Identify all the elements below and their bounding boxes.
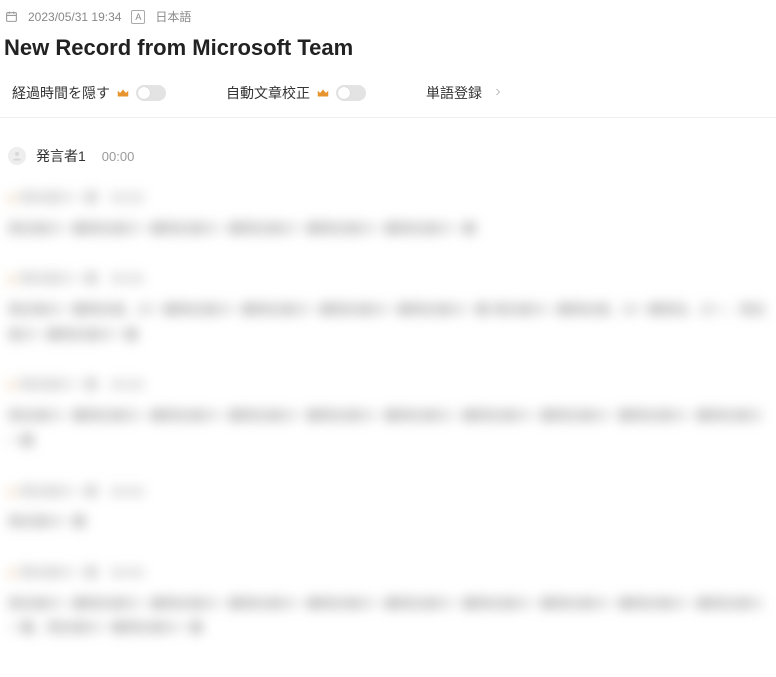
word-register-setting[interactable]: 単語登録 <box>426 83 504 103</box>
blurred-head: 発言者の一番 00:00 <box>20 377 144 392</box>
crown-icon <box>316 86 330 100</box>
blurred-block: ●発言者の一番 00:00 発言者の一番発言者、の一番発言者の一番発言者の一番発… <box>8 267 768 347</box>
settings-row: 経過時間を隠す 自動文章校正 単語登録 <box>0 75 776 118</box>
hide-elapsed-setting: 経過時間を隠す <box>12 83 166 103</box>
blurred-body: 発言者の一番発言者の一番発言者の一番発言者の一番発言者の一番発言者の一番 <box>8 217 768 242</box>
language-badge-icon: A <box>131 10 145 24</box>
page-title: New Record from Microsoft Team <box>0 29 776 75</box>
chevron-right-icon <box>492 85 504 101</box>
blurred-head: 発言者の一番 00:00 <box>20 484 144 499</box>
blurred-transcript: ●発言者の一番 00:00 発言者の一番発言者の一番発言者の一番発言者の一番発言… <box>0 176 776 677</box>
speaker-name: 発言者1 <box>36 146 86 166</box>
hide-elapsed-label: 経過時間を隠す <box>12 83 110 103</box>
blurred-block: ●発言者の一番 00:00 発言者の一番発言者の一番発言者の一番発言者の一番発言… <box>8 186 768 241</box>
crown-icon <box>116 86 130 100</box>
speaker-row: 発言者1 00:00 <box>0 118 776 176</box>
auto-proofread-label: 自動文章校正 <box>226 83 310 103</box>
language-label: 日本語 <box>155 8 191 25</box>
blurred-block: ●発言者の一番 00:00 発言者の一番発言者の一番発言者の一番発言者の一番発言… <box>8 561 768 641</box>
blurred-head: 発言者の一番 00:00 <box>20 190 144 205</box>
auto-proofread-toggle[interactable] <box>336 85 366 101</box>
blurred-block: ●発言者の一番 00:00 発言者の一番 <box>8 480 768 535</box>
timestamp: 00:00 <box>102 149 135 164</box>
blurred-body: 発言者の一番発言者の一番発言者の一番発言者の一番発言者の一番発言者の一番発言者の… <box>8 404 768 453</box>
blurred-head: 発言者の一番 00:00 <box>20 271 144 286</box>
avatar <box>8 147 26 165</box>
datetime-text: 2023/05/31 19:34 <box>28 10 121 24</box>
blurred-body: 発言者の一番発言者、の一番発言者の一番発言者の一番発言者の一番発言者の一番 発言… <box>8 298 768 347</box>
auto-proofread-setting: 自動文章校正 <box>226 83 366 103</box>
blurred-block: ●発言者の一番 00:00 発言者の一番発言者の一番発言者の一番発言者の一番発言… <box>8 373 768 453</box>
meta-row: 2023/05/31 19:34 A 日本語 <box>0 0 776 29</box>
word-register-label: 単語登録 <box>426 83 482 103</box>
blurred-body: 発言者の一番発言者の一番発言者の一番発言者の一番発言者の一番発言者の一番発言者の… <box>8 592 768 641</box>
blurred-body: 発言者の一番 <box>8 510 768 535</box>
blurred-head: 発言者の一番 00:00 <box>20 565 144 580</box>
calendar-icon <box>4 10 18 24</box>
hide-elapsed-toggle[interactable] <box>136 85 166 101</box>
